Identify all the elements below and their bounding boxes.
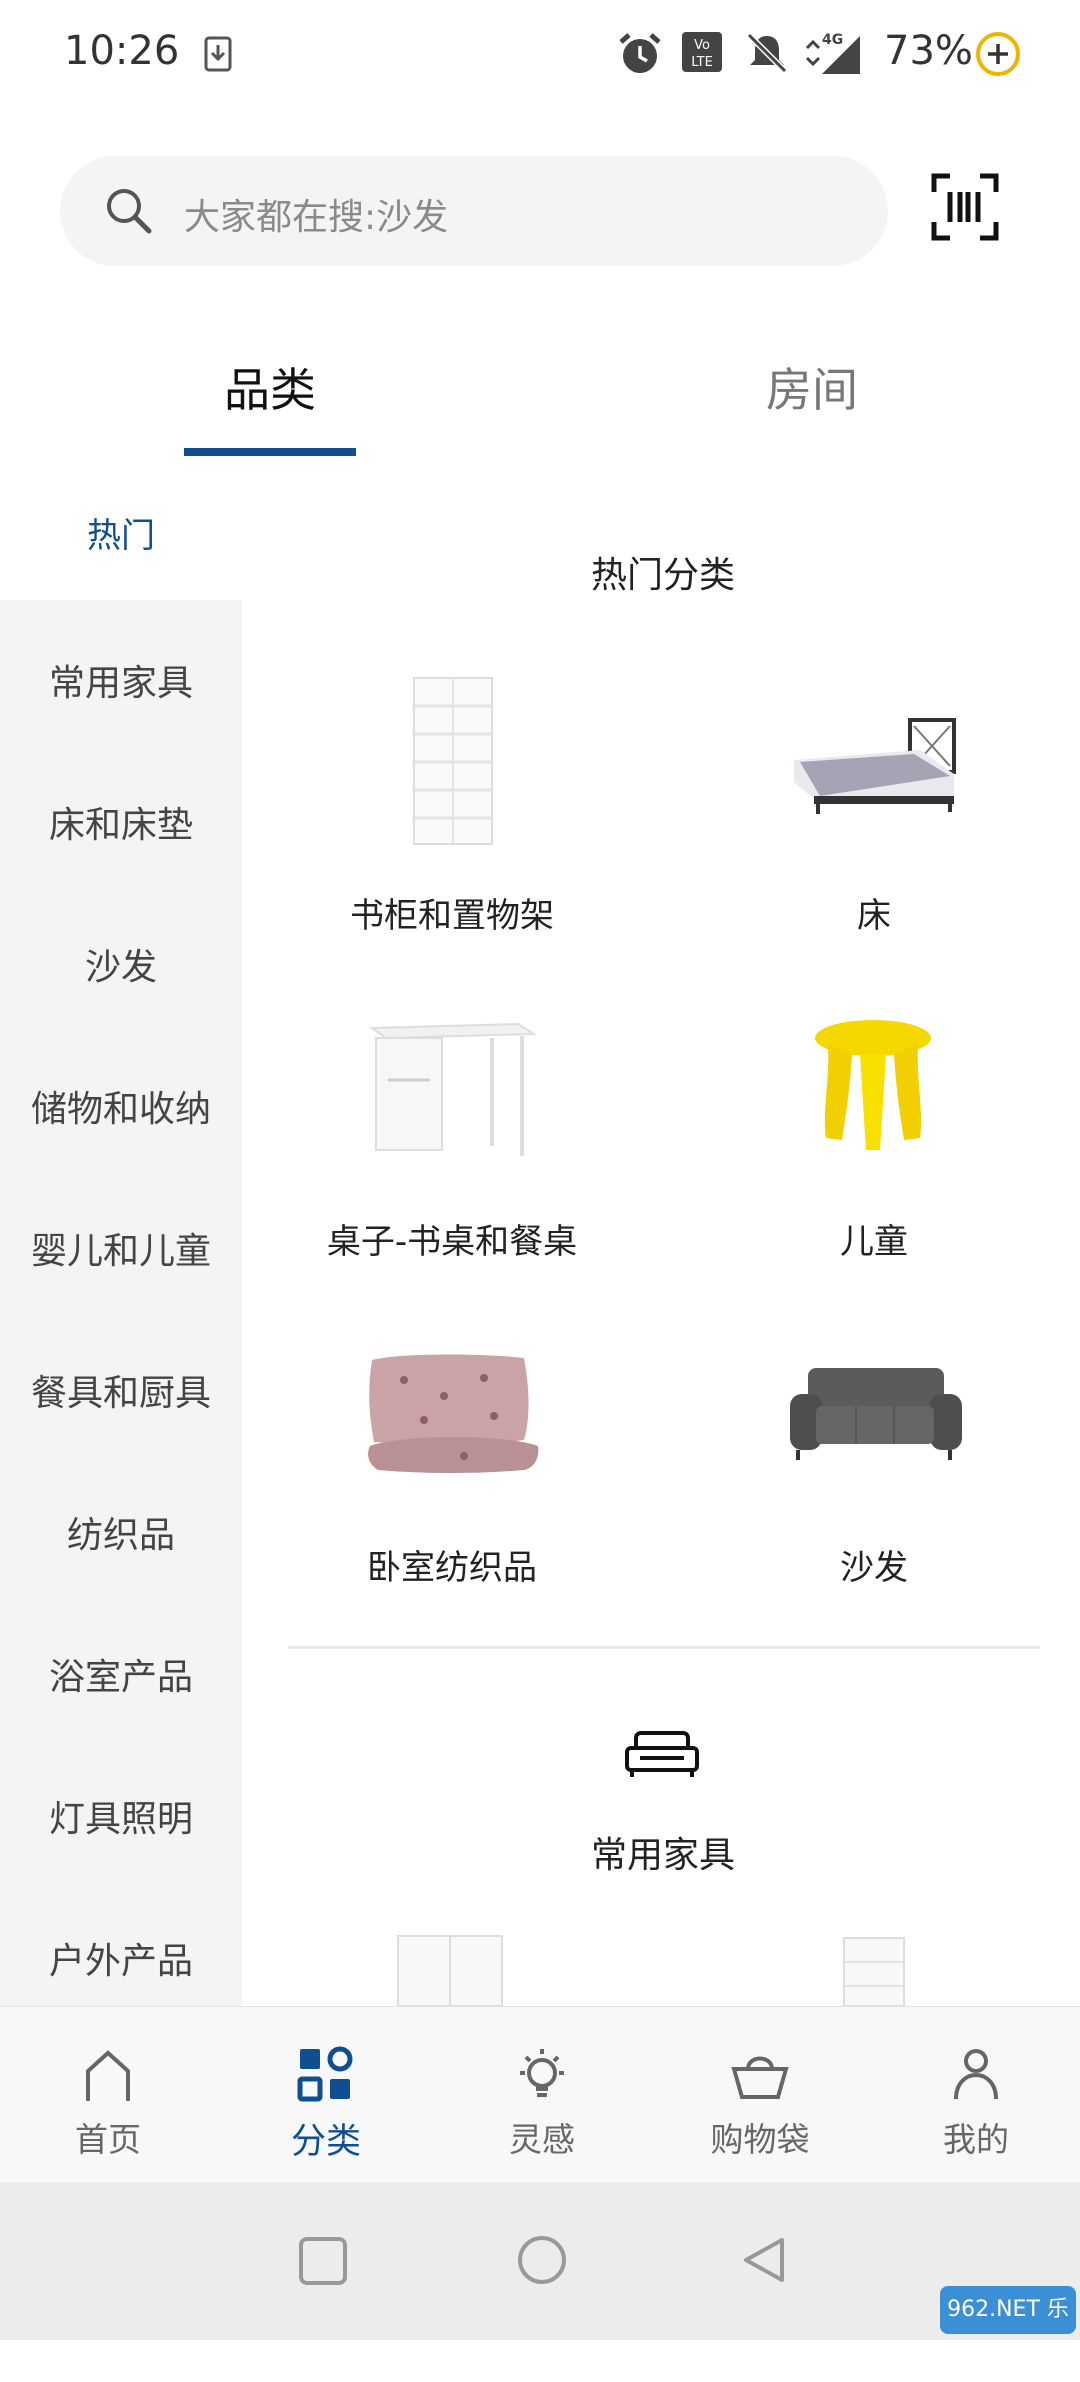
battery-icon: [976, 32, 1020, 76]
card-label-bedroom-textiles[interactable]: 卧室纺织品: [262, 1540, 642, 1589]
card-label-kids[interactable]: 儿童: [684, 1214, 1064, 1263]
svg-text:LTE: LTE: [691, 55, 713, 70]
sidebar-item-beds[interactable]: 床和床垫: [0, 796, 242, 848]
nav-profile[interactable]: 我的: [896, 2007, 1056, 2183]
sidebar-item-hot[interactable]: 热门: [0, 508, 242, 557]
svg-text:Vo: Vo: [694, 38, 710, 53]
status-time: 10:26: [64, 28, 180, 74]
sidebar-item-baby-kids[interactable]: 婴儿和儿童: [0, 1222, 242, 1274]
download-indicator-icon: [204, 36, 232, 72]
sofa-outline-icon: [625, 1731, 699, 1777]
system-navigation-bar: 962.NET 乐游网: [0, 2182, 1080, 2370]
sidebar-item-outdoor[interactable]: 户外产品: [0, 1932, 242, 1984]
nav-shopping-bag-label: 购物袋: [710, 2120, 810, 2159]
nav-category[interactable]: 分类: [246, 2007, 406, 2183]
sidebar-item-lighting[interactable]: 灯具照明: [0, 1790, 242, 1842]
nav-shopping-bag[interactable]: 购物袋: [680, 2007, 840, 2183]
sofa-image[interactable]: [786, 1364, 962, 1466]
cabinet-image[interactable]: [842, 1936, 906, 2006]
bedding-image[interactable]: [364, 1350, 542, 1474]
search-bar[interactable]: 大家都在搜:沙发: [60, 156, 888, 266]
status-bar: 10:26 Vo LTE 4G 73%: [0, 0, 1080, 110]
battery-percent: 73%: [884, 28, 973, 74]
nav-category-label: 分类: [290, 2122, 361, 2162]
volte-icon: Vo LTE: [682, 32, 722, 72]
nav-home-label: 首页: [75, 2120, 141, 2159]
desk-image[interactable]: [368, 1020, 536, 1160]
card-label-bookcase[interactable]: 书柜和置物架: [262, 888, 642, 937]
recent-apps-icon[interactable]: [298, 2236, 348, 2286]
category-sidebar: 常用家具 床和床垫 沙发 储物和收纳 婴儿和儿童 餐具和厨具 纺织品 浴室产品 …: [0, 600, 242, 2010]
tab-rooms[interactable]: 房间: [766, 354, 858, 420]
bottom-navigation: 首页 分类 灵感 购物袋 我的: [0, 2006, 1080, 2183]
sidebar-item-textiles[interactable]: 纺织品: [0, 1506, 242, 1558]
common-furniture-title: 常用家具: [590, 1835, 735, 1876]
tab-categories[interactable]: 品类: [224, 354, 316, 420]
sidebar-item-storage[interactable]: 储物和收纳: [0, 1080, 242, 1132]
scan-icon[interactable]: [930, 172, 1000, 242]
card-label-sofa[interactable]: 沙发: [684, 1540, 1064, 1589]
card-label-desk[interactable]: 桌子-书桌和餐桌: [262, 1214, 642, 1263]
nav-inspiration[interactable]: 灵感: [462, 2007, 622, 2183]
card-label-bed[interactable]: 床: [684, 888, 1064, 937]
yellow-stool-image[interactable]: [810, 1018, 936, 1154]
category-icon: [297, 2046, 353, 2102]
nav-inspiration-label: 灵感: [509, 2120, 575, 2159]
signal-4g-icon: 4G: [805, 32, 860, 74]
shopping-bag-icon: [731, 2056, 789, 2099]
hot-section-title: 热门分类: [590, 555, 735, 596]
mute-icon: [746, 32, 788, 74]
home-icon: [86, 2050, 130, 2101]
sidebar-item-common-furniture[interactable]: 常用家具: [0, 654, 242, 706]
watermark: 962.NET 乐游网: [940, 2286, 1076, 2370]
active-tab-indicator: [184, 448, 356, 456]
back-icon[interactable]: [738, 2234, 790, 2286]
sidebar-item-bathroom[interactable]: 浴室产品: [0, 1648, 242, 1700]
nav-profile-label: 我的: [943, 2120, 1009, 2159]
bookcase-image[interactable]: [412, 676, 494, 846]
wardrobe-image[interactable]: [396, 1934, 504, 2006]
profile-icon: [954, 2049, 998, 2100]
svg-text:4G: 4G: [822, 32, 843, 48]
sidebar-item-kitchen[interactable]: 餐具和厨具: [0, 1364, 242, 1416]
sidebar-item-sofas[interactable]: 沙发: [0, 938, 242, 990]
search-icon: [107, 189, 152, 234]
lightbulb-icon: [520, 2049, 564, 2097]
nav-home[interactable]: 首页: [28, 2007, 188, 2183]
section-divider: [288, 1646, 1040, 1649]
search-placeholder: 大家都在搜:沙发: [184, 197, 449, 238]
bed-image[interactable]: [790, 716, 958, 816]
home-button-icon[interactable]: [516, 2234, 568, 2286]
alarm-icon: [619, 33, 661, 73]
